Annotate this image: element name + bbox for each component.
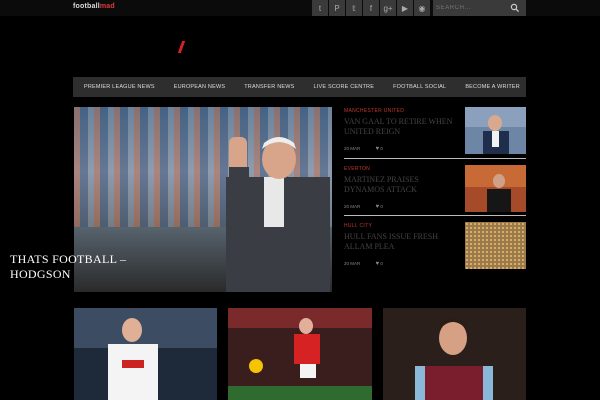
- nav-item-football-social[interactable]: FOOTBALL SOCIAL: [393, 84, 446, 90]
- heart-icon[interactable]: ♥: [376, 204, 380, 210]
- nav-item-live-score-centre[interactable]: LIVE SCORE CENTRE: [314, 84, 375, 90]
- story-meta: 20 MAR ♥ 0: [344, 146, 383, 152]
- google-plus-icon[interactable]: g+: [380, 0, 396, 16]
- main-nav: PREMIER LEAGUE NEWS EUROPEAN NEWS TRANSF…: [73, 77, 526, 97]
- story-thumbnail[interactable]: [465, 107, 526, 154]
- story-item[interactable]: HULL CITY HULL FANS ISSUE FRESH ALLAM PL…: [344, 222, 526, 269]
- twitter-icon[interactable]: 𝕥: [346, 0, 362, 16]
- player-photo-red-kit: [228, 308, 372, 400]
- story-item[interactable]: MANCHESTER UNITED VAN GAAL TO RETIRE WHE…: [344, 107, 526, 154]
- story-title[interactable]: VAN GAAL TO RETIRE WHEN UNITED REIGN: [344, 117, 454, 137]
- nav-item-transfer-news[interactable]: TRANSFER NEWS: [244, 84, 294, 90]
- story-meta: 20 MAR ♥ 0: [344, 261, 383, 267]
- search-box: [433, 0, 526, 16]
- feature-card-1[interactable]: [74, 308, 217, 400]
- story-title[interactable]: MARTINEZ PRAISES DYNAMOS ATTACK: [344, 175, 454, 195]
- site-logo[interactable]: footballmad: [73, 3, 115, 10]
- nav-item-premier-league-news[interactable]: PREMIER LEAGUE NEWS: [84, 84, 155, 90]
- story-likes: 0: [380, 204, 383, 209]
- search-input[interactable]: [436, 2, 506, 13]
- facebook-icon[interactable]: f: [363, 0, 379, 16]
- pinterest-icon[interactable]: P: [329, 0, 345, 16]
- youtube-icon[interactable]: ▶: [397, 0, 413, 16]
- story-date: 20 MAR: [344, 146, 361, 151]
- story-thumbnail[interactable]: [465, 222, 526, 269]
- feature-card-2[interactable]: [228, 308, 372, 400]
- heart-icon[interactable]: ♥: [376, 146, 380, 152]
- hero-title[interactable]: THATS FOOTBALL – HODGSON: [10, 252, 160, 282]
- story-meta: 20 MAR ♥ 0: [344, 204, 383, 210]
- story-date: 20 MAR: [344, 204, 361, 209]
- tumblr-icon[interactable]: t: [312, 0, 328, 16]
- story-divider: [344, 158, 526, 159]
- story-thumbnail[interactable]: [465, 165, 526, 212]
- feature-card-3[interactable]: [383, 308, 526, 400]
- top-bar: footballmad t P 𝕥 f g+ ▶ ◉: [0, 0, 600, 16]
- player-photo-white-kit: [74, 308, 217, 400]
- social-icons: t P 𝕥 f g+ ▶ ◉: [312, 0, 430, 16]
- nav-item-become-a-writer[interactable]: BECOME A WRITER: [465, 84, 520, 90]
- search-icon[interactable]: [510, 3, 520, 13]
- story-likes: 0: [380, 146, 383, 151]
- story-likes: 0: [380, 261, 383, 266]
- manager-clapping-image: [226, 137, 330, 292]
- rss-icon[interactable]: ◉: [414, 0, 430, 16]
- heart-icon[interactable]: ♥: [376, 261, 380, 267]
- player-photo-claret-kit: [383, 308, 526, 400]
- story-item[interactable]: EVERTON MARTINEZ PRAISES DYNAMOS ATTACK …: [344, 165, 526, 212]
- nav-item-european-news[interactable]: EUROPEAN NEWS: [174, 84, 226, 90]
- story-title[interactable]: HULL FANS ISSUE FRESH ALLAM PLEA: [344, 232, 454, 252]
- story-divider: [344, 215, 526, 216]
- banner-logo-mark: [177, 41, 186, 53]
- story-date: 20 MAR: [344, 261, 361, 266]
